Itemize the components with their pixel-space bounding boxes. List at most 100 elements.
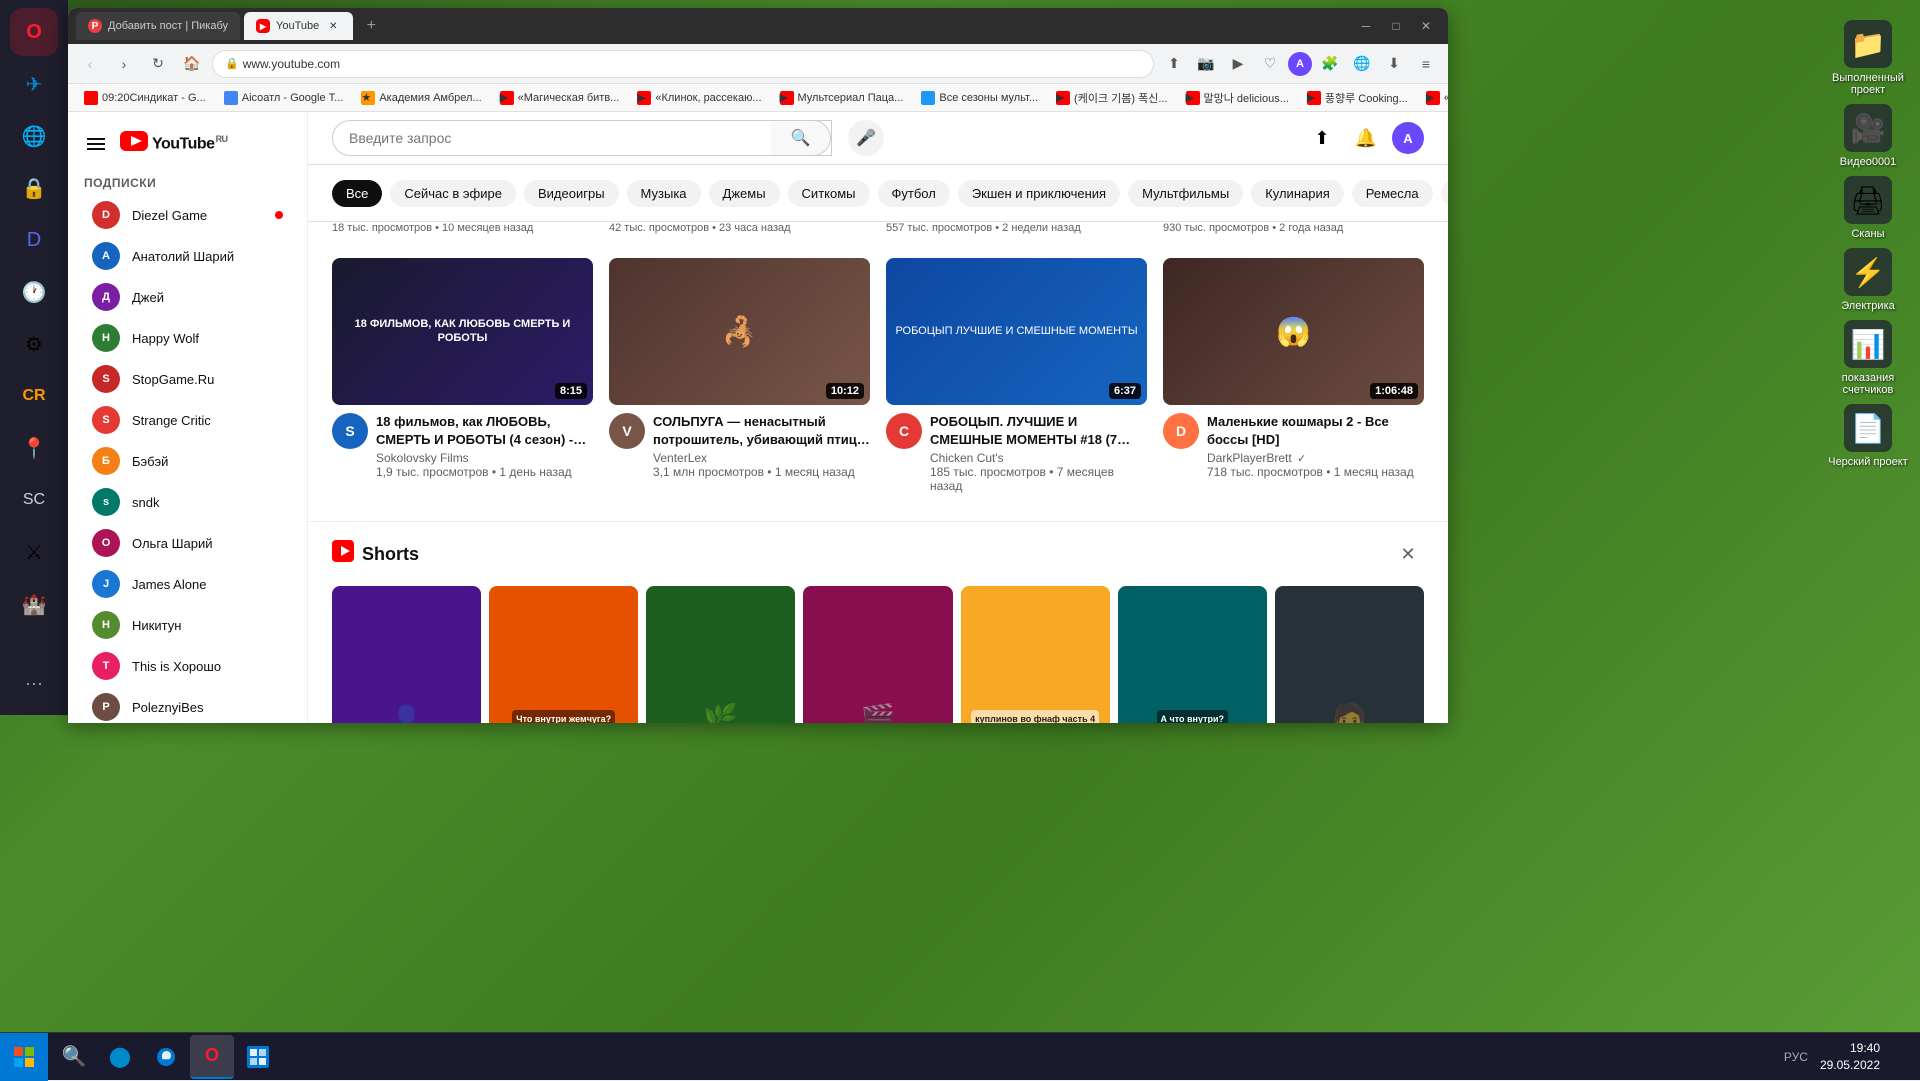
taskbar-explorer-icon[interactable] — [236, 1035, 280, 1079]
settings-icon[interactable]: ⚙ — [10, 320, 58, 368]
league-icon[interactable]: ⚔ — [10, 528, 58, 576]
upload-icon[interactable]: ⬆ — [1160, 50, 1188, 78]
notifications-button[interactable]: 🔔 — [1348, 120, 1384, 156]
desktop-icon-scorpio[interactable]: 📄 Черский проект — [1828, 404, 1908, 468]
microphone-button[interactable]: 🎤 — [848, 120, 884, 156]
vpn-icon[interactable]: 🔒 — [10, 164, 58, 212]
filter-chip-crafts[interactable]: Ремесла — [1352, 180, 1433, 207]
maximize-button[interactable]: □ — [1382, 12, 1410, 40]
filter-chip-music[interactable]: Музыка — [627, 180, 701, 207]
comicract-icon[interactable]: CR — [10, 372, 58, 420]
play-icon[interactable]: ▶ — [1224, 50, 1252, 78]
search-button[interactable]: 🔍 — [771, 120, 831, 156]
telegram-icon[interactable]: ✈ — [10, 60, 58, 108]
bookmark-10[interactable]: ▶ «Сага о Винланде... — [1418, 89, 1448, 107]
discord-icon[interactable]: D — [10, 216, 58, 264]
hamburger-button[interactable] — [80, 128, 112, 160]
filter-chip-games[interactable]: Видеоигры — [524, 180, 619, 207]
opera-icon[interactable]: O — [10, 8, 58, 56]
download-icon[interactable]: ⬇ — [1380, 50, 1408, 78]
sidebar-item-strange-critic[interactable]: S Strange Critic — [76, 400, 299, 440]
sidebar-item-james-alone[interactable]: J James Alone — [76, 564, 299, 604]
back-button[interactable]: ‹ — [76, 50, 104, 78]
desktop-icon-scanner[interactable]: 🖨 Сканы — [1828, 176, 1908, 240]
steam-setup-icon[interactable]: SC — [10, 476, 58, 524]
video-card-0[interactable]: 18 ФИЛЬМОВ, КАК ЛЮБОВЬ СМЕРТЬ И РОБОТЫ 8… — [332, 258, 593, 497]
bookmark-5[interactable]: ▶ Мультсериал Паца... — [772, 89, 912, 107]
video-card-1[interactable]: 🦂 10:12 V СОЛЬПУГА — ненасытный потрошит… — [609, 258, 870, 497]
filter-chip-football[interactable]: Футбол — [878, 180, 950, 207]
short-card-4[interactable]: куплинов во фнаф часть 4 — [961, 586, 1110, 723]
globe-icon[interactable]: 🌐 — [1348, 50, 1376, 78]
short-card-0[interactable]: 👤 — [332, 586, 481, 723]
short-card-1[interactable]: Что внутри жемчуга? — [489, 586, 638, 723]
filter-chip-cartoons[interactable]: Мультфильмы — [1128, 180, 1243, 207]
desktop-icon-project[interactable]: 📁 Выполненный проект — [1828, 20, 1908, 96]
close-button[interactable]: ✕ — [1412, 12, 1440, 40]
minimize-button[interactable]: ─ — [1352, 12, 1380, 40]
menu-icon[interactable]: ≡ — [1412, 50, 1440, 78]
sidebar-item-diezel-game[interactable]: D Diezel Game — [76, 195, 299, 235]
desktop-icon-video[interactable]: 🎥 Видео0001 — [1828, 104, 1908, 168]
sidebar-item-happy-wolf[interactable]: H Happy Wolf — [76, 318, 299, 358]
forward-button[interactable]: › — [110, 50, 138, 78]
account-avatar[interactable]: A — [1392, 122, 1424, 154]
filter-chip-action[interactable]: Экшен и приключения — [958, 180, 1120, 207]
taskbar-opera-icon[interactable]: O — [190, 1035, 234, 1079]
location-icon[interactable]: 📍 — [10, 424, 58, 472]
desktop-icon-elektrika[interactable]: ⚡ Электрика — [1828, 248, 1908, 312]
browser-icon[interactable]: 🌐 — [10, 112, 58, 160]
bookmark-8[interactable]: ▶ 말망나 delicious... — [1178, 88, 1297, 108]
filter-chip-cooking[interactable]: Кулинария — [1251, 180, 1344, 207]
desktop-icon-counter[interactable]: 📊 показания счетчиков — [1828, 320, 1908, 396]
tab-youtube[interactable]: ▶ YouTube ✕ — [244, 12, 353, 40]
bookmark-0[interactable]: 09:20Синдикат - G... — [76, 89, 214, 107]
video-card-2[interactable]: РОБОЦЫП ЛУЧШИЕ И СМЕШНЫЕ МОМЕНТЫ 6:37 C … — [886, 258, 1147, 497]
bookmark-1[interactable]: Аiсоатл - Google Т... — [216, 89, 352, 107]
filter-chip-live[interactable]: Сейчас в эфире — [390, 180, 516, 207]
sidebar-item-nikitun[interactable]: Н Никитун — [76, 605, 299, 645]
shorts-close-button[interactable]: ✕ — [1392, 538, 1424, 570]
bookmark-7[interactable]: ▶ (케이크 기봄) 폭신... — [1048, 88, 1175, 108]
sidebar-item-sndk[interactable]: s sndk — [76, 482, 299, 522]
more-apps-icon[interactable]: ··· — [10, 659, 58, 707]
taskbar-search-icon[interactable]: 🔍 — [52, 1035, 96, 1079]
bookmark-9[interactable]: ▶ 풍향루 Cooking... — [1299, 88, 1416, 108]
sidebar-item-this-is-horosho[interactable]: T This is Хорошо — [76, 646, 299, 686]
short-card-2[interactable]: 🌿 — [646, 586, 795, 723]
sidebar-item-poleznyibes[interactable]: P PoleznyiBes — [76, 687, 299, 723]
extension-icon[interactable]: 🧩 — [1316, 50, 1344, 78]
bookmark-6[interactable]: Все сезоны мульт... — [913, 89, 1046, 107]
sidebar-item-bebey[interactable]: Б Бэбэй — [76, 441, 299, 481]
bookmark-3[interactable]: ▶ «Магическая битв... — [492, 89, 628, 107]
sidebar-item-anatoly-shariy[interactable]: А Анатолий Шарий — [76, 236, 299, 276]
heart-icon[interactable]: ♡ — [1256, 50, 1284, 78]
video-card-3[interactable]: 😱 1:06:48 D Маленькие кошмары 2 - Все бо… — [1163, 258, 1424, 497]
home-button[interactable]: 🏠 — [178, 50, 206, 78]
filter-chip-recent[interactable]: Последние публи... — [1441, 180, 1448, 207]
search-input[interactable] — [333, 121, 771, 155]
short-card-5[interactable]: А что внутри? — [1118, 586, 1267, 723]
address-bar[interactable]: 🔒 www.youtube.com — [212, 50, 1154, 78]
bookmark-2[interactable]: ★ Академия Амбрел... — [353, 89, 489, 107]
youtube-logo[interactable]: YouTubeRU — [120, 131, 228, 157]
tab-close-youtube[interactable]: ✕ — [325, 18, 341, 34]
short-card-3[interactable]: 🎬 — [803, 586, 952, 723]
upload-button[interactable]: ⬆ — [1304, 120, 1340, 156]
sidebar-item-djey[interactable]: Д Джей — [76, 277, 299, 317]
bookmark-4[interactable]: ▶ «Клинок, рассекаю... — [629, 89, 769, 107]
sidebar-item-stopgame[interactable]: S StopGame.Ru — [76, 359, 299, 399]
taskbar-cortana-icon[interactable]: ⬤ — [98, 1035, 142, 1079]
avatar-toolbar-icon[interactable]: A — [1288, 52, 1312, 76]
refresh-button[interactable]: ↻ — [144, 50, 172, 78]
taskbar-edge-icon[interactable] — [144, 1035, 188, 1079]
short-card-6[interactable]: 🧑 — [1275, 586, 1424, 723]
sidebar-item-olga-shariy[interactable]: О Ольга Шарий — [76, 523, 299, 563]
clock-icon[interactable]: 🕐 — [10, 268, 58, 316]
new-tab-button[interactable]: + — [357, 12, 385, 40]
knight-rio-icon[interactable]: 🏰 — [10, 580, 58, 628]
filter-chip-jems[interactable]: Джемы — [709, 180, 780, 207]
filter-chip-sitcoms[interactable]: Ситкомы — [788, 180, 870, 207]
tab-pikabu[interactable]: P Добавить пост | Пикабу — [76, 12, 240, 40]
show-desktop-button[interactable] — [1888, 1037, 1908, 1077]
